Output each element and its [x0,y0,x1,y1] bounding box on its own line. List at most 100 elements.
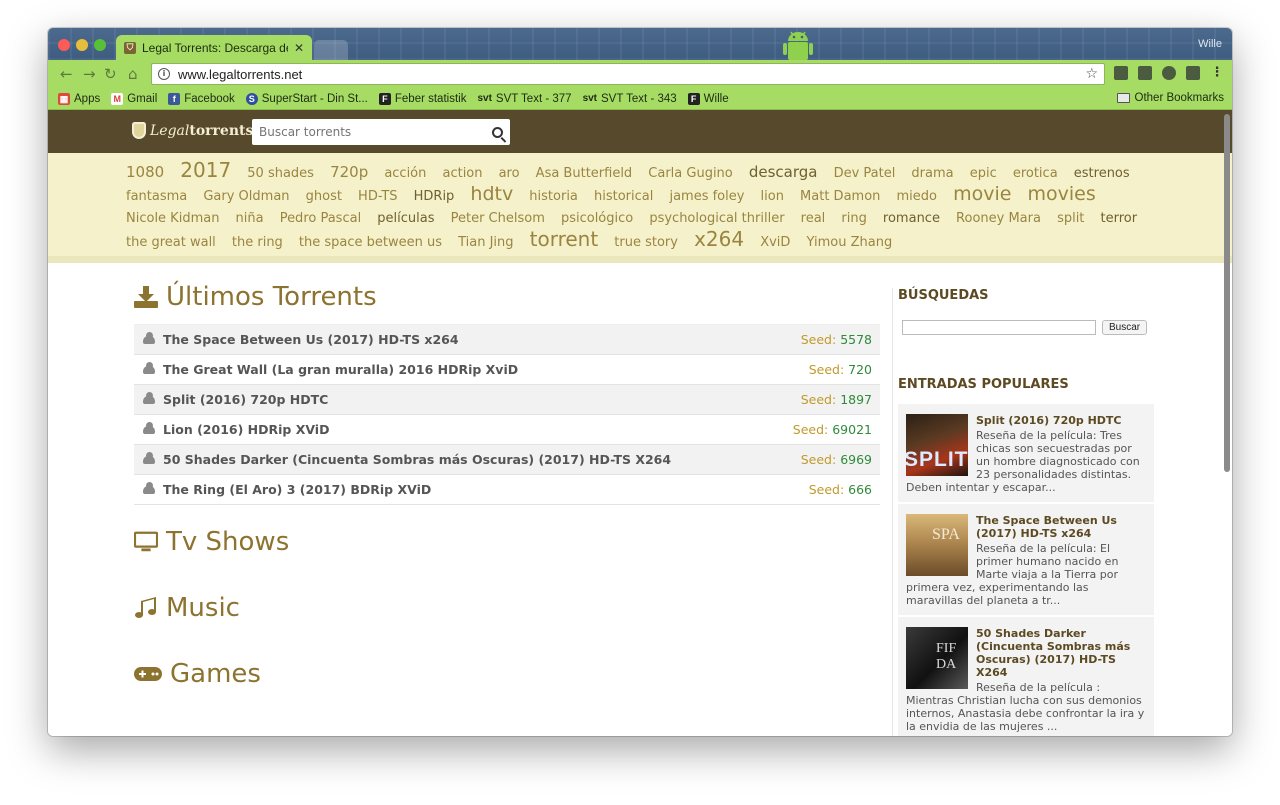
torrent-title-link[interactable]: Lion (2016) HDRip XViD [163,422,793,437]
url-text[interactable]: www.legaltorrents.net [178,67,1077,82]
torrent-row[interactable]: Lion (2016) HDRip XViD Seed: 69021 [134,415,880,445]
tag-link[interactable]: the great wall [126,235,216,250]
search-icon[interactable] [492,126,503,138]
tag-link[interactable]: estrenos [1074,166,1130,181]
tag-link[interactable]: terror [1101,211,1138,226]
bookmark-apps[interactable]: ▦ Apps [58,92,100,105]
popular-item[interactable]: SPLIT Split (2016) 720p HDTC Reseña de l… [898,404,1154,504]
address-bar[interactable]: i www.legaltorrents.net ☆ [151,63,1105,85]
torrent-title-link[interactable]: Split (2016) 720p HDTC [163,392,801,407]
info-icon[interactable]: i [158,68,170,80]
page-scrollbar[interactable] [1224,114,1230,472]
space-between-us-poster-thumbnail[interactable]: SPA [906,514,968,576]
tag-link[interactable]: Pedro Pascal [280,211,362,226]
tag-link[interactable]: movie [953,183,1011,205]
tag-link[interactable]: lion [761,189,784,204]
tag-link[interactable]: the ring [232,235,283,250]
music-heading[interactable]: Music [134,593,880,623]
site-logo[interactable]: Legaltorrents [132,122,253,139]
bookmark-feber[interactable]: F Feber statistik [378,92,466,105]
tag-link[interactable]: 720p [330,163,368,181]
zoom-window-button[interactable] [94,39,106,51]
forward-arrow-icon[interactable]: → [83,65,96,83]
torrent-row[interactable]: Split (2016) 720p HDTC Seed: 1897 [134,385,880,415]
tag-link[interactable]: historical [594,189,653,204]
tag-link[interactable]: acción [384,166,426,181]
tag-link[interactable]: descarga [749,163,818,181]
tag-link[interactable]: Dev Patel [834,166,896,181]
close-tab-icon[interactable]: ✕ [294,41,304,55]
buffer-icon[interactable] [1186,66,1200,80]
torrent-title-link[interactable]: 50 Shades Darker (Cincuenta Sombras más … [163,452,801,467]
bookmark-facebook[interactable]: f Facebook [168,92,235,105]
tag-link[interactable]: erotica [1013,166,1058,181]
tag-link[interactable]: Carla Gugino [648,166,732,181]
search-input[interactable] [259,125,492,139]
torrent-title-link[interactable]: The Great Wall (La gran muralla) 2016 HD… [163,362,809,377]
minimize-window-button[interactable] [76,39,88,51]
tag-link[interactable]: Tian Jing [458,235,513,250]
tag-link[interactable]: split [1057,211,1084,226]
games-heading[interactable]: Games [134,659,880,689]
tag-link[interactable]: aro [499,166,520,181]
cast-icon[interactable] [1114,66,1128,80]
bookmark-superstart[interactable]: S SuperStart - Din St... [245,92,368,105]
tag-link[interactable]: Rooney Mara [956,211,1041,226]
torrent-title-link[interactable]: The Space Between Us (2017) HD-TS x264 [163,332,801,347]
other-bookmarks[interactable]: Other Bookmarks [1116,92,1224,104]
sidebar-search-input[interactable] [902,320,1096,335]
tag-link[interactable]: 2017 [180,158,231,182]
tag-link[interactable]: Matt Damon [800,189,880,204]
tag-link[interactable]: ring [841,211,866,226]
tag-link[interactable]: niña [236,211,264,226]
profile-name[interactable]: Wille [1198,38,1222,50]
tag-link[interactable]: miedo [896,189,936,204]
back-arrow-icon[interactable]: ← [60,65,73,83]
tag-link[interactable]: real [801,211,826,226]
tag-link[interactable]: ghost [306,189,342,204]
tag-link[interactable]: 50 shades [247,166,314,181]
tag-link[interactable]: Yimou Zhang [807,235,893,250]
bookmark-wille[interactable]: F Wille [687,92,729,105]
sidebar-search-button[interactable]: Buscar [1102,320,1148,335]
tag-link[interactable]: películas [377,211,434,226]
torrent-row[interactable]: The Space Between Us (2017) HD-TS x264 Se… [134,325,880,355]
chrome-menu-icon[interactable]: ⋮ [1210,66,1224,80]
bookmark-gmail[interactable]: M Gmail [111,92,157,105]
tag-link[interactable]: true story [614,235,678,250]
torrent-row[interactable]: 50 Shades Darker (Cincuenta Sombras más … [134,445,880,475]
tag-link[interactable]: historia [529,189,578,204]
tag-link[interactable]: Gary Oldman [203,189,289,204]
mail-extension-icon[interactable] [1138,66,1152,80]
tag-link[interactable]: Peter Chelsom [451,211,545,226]
bookmark-star-icon[interactable]: ☆ [1085,66,1098,82]
tag-link[interactable]: fantasma [126,189,187,204]
tag-link[interactable]: x264 [694,227,744,251]
tag-link[interactable]: Nicole Kidman [126,211,219,226]
tag-link[interactable]: hdtv [470,183,513,205]
home-icon[interactable]: ⌂ [128,65,138,83]
tag-link[interactable]: romance [883,211,940,226]
popular-item[interactable]: FIF DA 50 Shades Darker (Cincuenta Sombr… [898,617,1154,736]
tag-link[interactable]: psychological thriller [649,211,784,226]
tag-link[interactable]: drama [911,166,953,181]
tag-link[interactable]: epic [970,166,997,181]
ghostery-icon[interactable] [1162,66,1176,80]
browser-tab[interactable]: ⛉ Legal Torrents: Descarga de To ✕ [116,35,312,61]
torrent-row[interactable]: The Great Wall (La gran muralla) 2016 HD… [134,355,880,385]
tag-link[interactable]: james foley [669,189,744,204]
bookmark-svt-377[interactable]: svt SVT Text - 377 [477,93,571,105]
new-tab-button[interactable] [314,40,348,60]
tag-link[interactable]: movies [1028,183,1096,205]
latest-torrents-heading[interactable]: Últimos Torrents [134,282,880,312]
bookmark-svt-343[interactable]: svt SVT Text - 343 [583,93,677,105]
tag-link[interactable]: the space between us [299,235,442,250]
reload-icon[interactable]: ↻ [104,65,117,83]
split-poster-thumbnail[interactable]: SPLIT [906,414,968,476]
tv-shows-heading[interactable]: Tv Shows [134,527,880,557]
torrent-title-link[interactable]: The Ring (El Aro) 3 (2017) BDRip XViD [163,482,809,497]
torrent-row[interactable]: The Ring (El Aro) 3 (2017) BDRip XViD See… [134,475,880,505]
fifty-shades-poster-thumbnail[interactable]: FIF DA [906,627,968,689]
tag-link[interactable]: torrent [530,227,599,251]
tag-link[interactable]: HDRip [414,189,455,204]
